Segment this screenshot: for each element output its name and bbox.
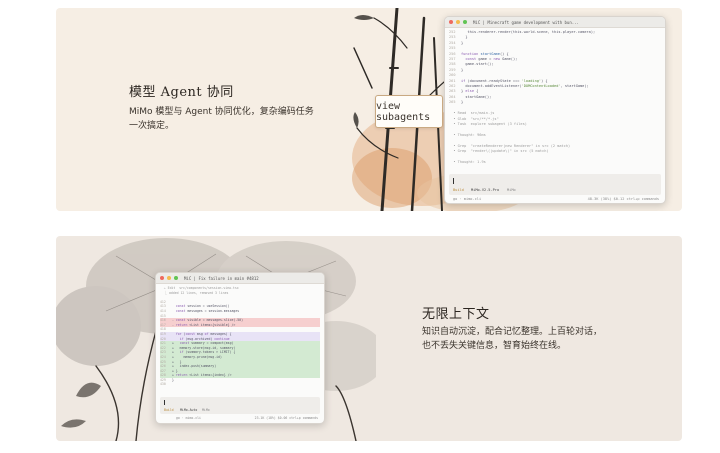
minimize-icon[interactable] — [167, 276, 171, 280]
feature-card-agent: 模型 Agent 协同 MiMo 模型与 Agent 协同优化，复杂编码任务 一… — [56, 8, 682, 211]
model-label: MiMo-V2.5-Pro — [471, 188, 500, 192]
feature-description-line-2: 一次搞定。 — [129, 121, 175, 131]
window-title: MiC | Fix failure in main #4812 — [184, 275, 259, 281]
footer-right: 23.1K (18%) $0.06 ctrl+p commands — [254, 416, 318, 420]
footer-left: go · mimo-cli — [453, 197, 482, 201]
feature-title: 模型 Agent 协同 — [129, 85, 234, 100]
feature-title: 无限上下文 — [422, 307, 490, 322]
prompt-input[interactable]: Build MiMo-Auto MiMo — [160, 397, 320, 414]
feature-card-context: MiC | Fix failure in main #4812 ← Edit s… — [56, 236, 682, 441]
feature-description-line-1: MiMo 模型与 Agent 协同优化，复杂编码任务 — [129, 107, 314, 117]
prompt-input[interactable]: Build MiMo-V2.5-Pro MiMo — [449, 174, 661, 195]
footer-left: go · mimo-cli — [176, 416, 201, 420]
close-icon[interactable] — [449, 20, 453, 24]
maximize-icon[interactable] — [463, 20, 467, 24]
mode-label: Build — [453, 188, 464, 192]
window-titlebar: MiC | Fix failure in main #4812 — [156, 273, 324, 284]
provider-label: MiMo — [202, 408, 210, 412]
provider-label: MiMo — [507, 188, 516, 192]
view-subagents-callout[interactable]: view subagents — [375, 95, 443, 128]
cli-window: MiC | Fix failure in main #4812 ← Edit s… — [155, 272, 325, 424]
close-icon[interactable] — [160, 276, 164, 280]
footer-right: 48.3K (38%) $0.12 ctrl+p commands — [587, 197, 659, 201]
code-diff-view: ← Edit src/components/session-view.tsx ⎿… — [156, 284, 324, 389]
feature-description: 知识自动沉淀，配合记忆整理。上百轮对话， 也不丢失关键信息，智育始终在线。 — [422, 325, 662, 353]
window-title: MiC | Minecraft game development with bu… — [473, 19, 579, 25]
cli-window: MiC | Minecraft game development with bu… — [444, 16, 666, 204]
window-titlebar: MiC | Minecraft game development with bu… — [445, 17, 665, 28]
feature-description-line-2: 也不丢失关键信息，智育始终在线。 — [422, 341, 567, 351]
code-view: 252 this.renderer.render(this.world.scen… — [449, 30, 596, 164]
minimize-icon[interactable] — [456, 20, 460, 24]
maximize-icon[interactable] — [174, 276, 178, 280]
feature-description-line-1: 知识自动沉淀，配合记忆整理。上百轮对话， — [422, 327, 603, 337]
mode-label: Build — [164, 408, 174, 412]
feature-description: MiMo 模型与 Agent 协同优化，复杂编码任务 一次搞定。 — [129, 105, 339, 133]
model-label: MiMo-Auto — [180, 408, 198, 412]
